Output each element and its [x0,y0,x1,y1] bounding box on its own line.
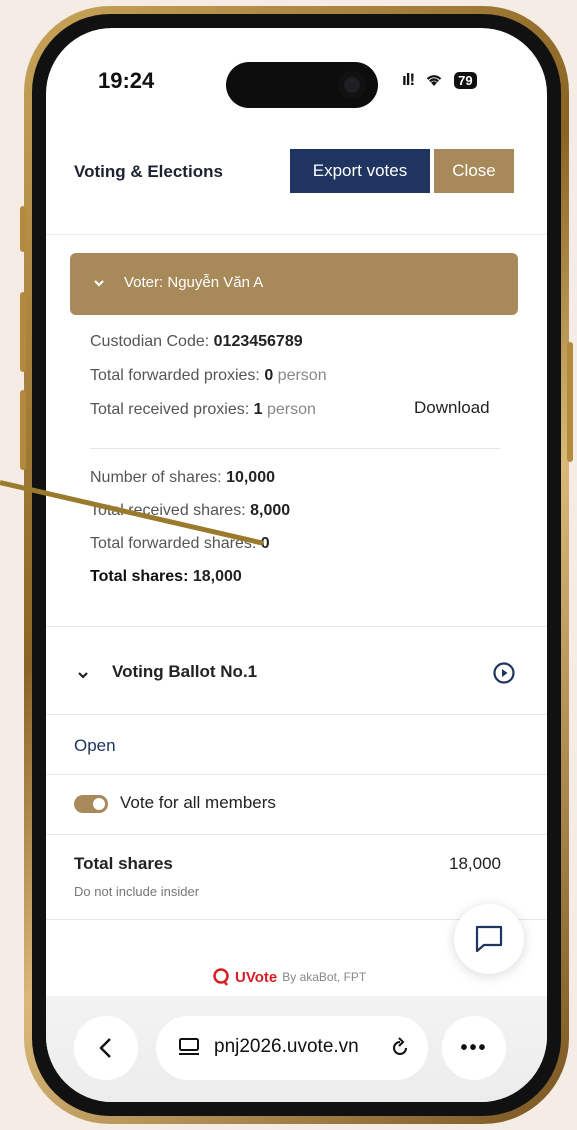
phone-screen: 19:24 ıl! 79 Voting & Elections Export v… [46,28,547,1102]
signal-icon: ıl! [402,70,415,89]
divider [46,626,547,627]
received-proxies-row: Total received proxies: 1 person [90,401,316,419]
battery-icon: 79 [454,71,477,89]
divider [46,774,547,775]
ballot-title[interactable]: Voting Ballot No.1 [112,662,257,682]
divider [90,448,500,449]
ballot-status: Open [74,736,116,755]
reload-icon[interactable] [388,1036,412,1060]
wifi-icon [426,75,442,86]
uvote-logo-icon [213,968,229,986]
shares-label: Number of shares: [90,469,222,486]
custodian-code-row: Custodian Code: 0123456789 [90,333,303,351]
received-proxies-label: Total received proxies: [90,401,250,418]
camera-icon [338,71,366,99]
back-icon [99,1038,111,1058]
person-unit: person [267,401,316,418]
received-proxies-value: 1 [253,401,263,418]
shares-value: 10,000 [226,469,275,486]
total-shares-label: Total shares: [90,568,189,585]
total-shares-row: Total shares: 18,000 [90,568,242,586]
forwarded-proxies-value: 0 [264,367,274,384]
divider [46,714,547,715]
brand-by: By akaBot, FPT [282,970,367,984]
more-icon: ••• [460,1036,488,1059]
forwarded-proxies-row: Total forwarded proxies: 0 person [90,367,327,385]
page-header: Voting & Elections Export votes Close [46,124,547,235]
status-icons: ıl! 79 [402,70,477,90]
divider [46,834,547,835]
side-button [20,206,26,252]
ballot-total-note: Do not include insider [74,884,200,899]
export-votes-button[interactable]: Export votes [290,149,430,193]
chevron-down-icon [94,280,104,287]
person-unit: person [277,367,327,384]
play-circle-icon[interactable] [492,661,516,685]
side-button [567,342,573,462]
url-text: pnj2026.uvote.vn [214,1036,359,1057]
side-button [20,292,26,372]
shares-row: Number of shares: 10,000 [90,469,275,487]
voter-accordion-header[interactable]: Voter: Nguyễn Văn A [70,253,518,315]
back-button[interactable] [74,1016,138,1080]
chat-icon [475,925,503,953]
phone-bezel: 19:24 ıl! 79 Voting & Elections Export v… [32,14,561,1116]
ballot-total-value: 18,000 [449,854,501,873]
chat-button[interactable] [454,904,524,974]
received-shares-value: 8,000 [250,502,291,519]
voter-name: Voter: Nguyễn Văn A [124,274,264,291]
address-bar[interactable]: pnj2026.uvote.vn [156,1016,428,1080]
browser-toolbar: pnj2026.uvote.vn ••• [46,996,547,1102]
forwarded-proxies-label: Total forwarded proxies: [90,367,260,384]
brand-name: UVote [235,968,278,986]
more-button[interactable]: ••• [442,1016,506,1080]
chevron-down-icon[interactable] [76,668,90,682]
status-bar: 19:24 ıl! 79 [46,28,547,118]
custodian-code-value: 0123456789 [213,333,303,350]
vote-all-label: Vote for all members [120,793,276,812]
page-title: Voting & Elections [74,162,223,181]
custodian-code-label: Custodian Code: [90,333,210,350]
status-time: 19:24 [98,68,155,93]
close-button[interactable]: Close [434,149,514,193]
ballot-total-label: Total shares [74,854,173,873]
uvote-brand: UVote By akaBot, FPT [212,968,366,986]
dynamic-island [226,62,378,108]
download-link[interactable]: Download [414,398,490,418]
vote-all-toggle[interactable] [74,795,108,813]
total-shares-value: 18,000 [192,568,242,585]
phone-frame: 19:24 ıl! 79 Voting & Elections Export v… [20,6,573,1124]
tab-icon [179,1038,199,1055]
side-button [20,390,26,470]
